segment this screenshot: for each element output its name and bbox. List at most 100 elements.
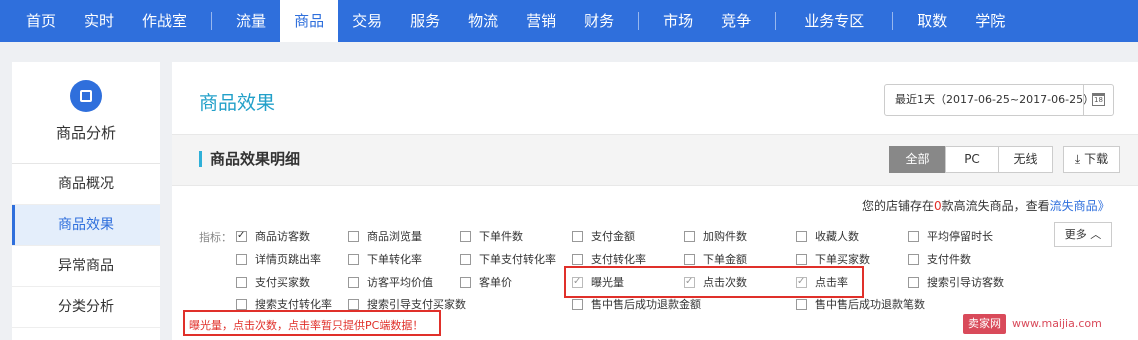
lost-goods-link[interactable]: 流失商品	[1050, 199, 1098, 213]
metric-checkbox[interactable]: 售中售后成功退款金额	[572, 298, 701, 312]
metric-checkbox[interactable]: 访客平均价值	[348, 276, 433, 290]
tab-all[interactable]: 全部	[889, 146, 946, 173]
nav-divider	[892, 12, 894, 30]
pc-only-warning: 曝光量，点击次数，点击率暂只提供PC端数据！	[189, 319, 424, 332]
sidebar: 商品分析 商品概况 商品效果 异常商品 分类分析	[12, 62, 160, 340]
metric-label: 下单件数	[479, 230, 523, 243]
notice-prefix: 您的店铺存在	[862, 199, 935, 213]
metric-checkbox[interactable]: 支付金额	[572, 230, 635, 244]
checkbox-icon	[572, 254, 583, 265]
nav-item-service[interactable]: 服务	[396, 0, 454, 42]
checkbox-icon	[348, 254, 359, 265]
metric-label: 下单买家数	[815, 253, 870, 266]
nav-divider	[211, 12, 213, 30]
checkbox-icon	[348, 231, 359, 242]
nav-item-finance[interactable]: 财务	[570, 0, 628, 42]
sidebar-item-goods-overview[interactable]: 商品概况	[12, 164, 160, 205]
metric-label: 支付件数	[927, 253, 971, 266]
nav-item-competition[interactable]: 竞争	[707, 0, 765, 42]
nav-item-trade[interactable]: 交易	[338, 0, 396, 42]
metric-checkbox[interactable]: 下单转化率	[348, 253, 422, 267]
checkbox-checked-icon	[236, 229, 247, 243]
metric-label: 客单价	[479, 276, 512, 289]
download-label: 下载	[1084, 152, 1109, 166]
nav-item-goods[interactable]: 商品	[280, 0, 339, 42]
nav-divider	[638, 12, 640, 30]
metric-checkbox[interactable]: 收藏人数	[796, 230, 859, 244]
notice-count: 0	[934, 199, 942, 213]
checkbox-icon	[460, 231, 471, 242]
metric-checkbox[interactable]: 支付买家数	[236, 276, 310, 290]
metric-checkbox[interactable]: 下单金额	[684, 253, 747, 267]
checkbox-icon	[236, 254, 247, 265]
metric-checkbox[interactable]: 详情页跳出率	[236, 253, 321, 267]
nav-item-war-room[interactable]: 作战室	[128, 0, 201, 42]
metric-label: 商品访客数	[255, 230, 310, 243]
metric-checkbox[interactable]: 下单买家数	[796, 253, 870, 267]
checkbox-icon	[236, 299, 247, 310]
nav-item-logistics[interactable]: 物流	[454, 0, 512, 42]
main-panel: 商品效果 最近1天（2017-06-25~2017-06-25） 18 商品效果…	[172, 62, 1138, 340]
nav-item-realtime[interactable]: 实时	[70, 0, 128, 42]
date-range-text: 最近1天（2017-06-25~2017-06-25）	[895, 93, 1095, 106]
metric-label: 下单转化率	[367, 253, 422, 266]
checkbox-icon	[460, 277, 471, 288]
metric-label: 收藏人数	[815, 230, 859, 243]
nav-item-market[interactable]: 市场	[649, 0, 707, 42]
metric-label: 售中售后成功退款金额	[591, 298, 701, 311]
metric-label: 支付买家数	[255, 276, 310, 289]
nav-item-academy[interactable]: 学院	[961, 0, 1019, 42]
metric-checkbox[interactable]: 平均停留时长	[908, 230, 993, 244]
metric-checkbox[interactable]: 支付件数	[908, 253, 971, 267]
metric-label: 详情页跳出率	[255, 253, 321, 266]
more-metrics-button[interactable]: 更多 ︿	[1054, 222, 1112, 247]
nav-item-home[interactable]: 首页	[0, 0, 70, 42]
metric-label: 支付转化率	[591, 253, 646, 266]
checkbox-icon	[908, 254, 919, 265]
metric-checkbox[interactable]: 加购件数	[684, 230, 747, 244]
metric-checkbox[interactable]: 支付转化率	[572, 253, 646, 267]
checkbox-icon	[796, 231, 807, 242]
checkbox-icon	[684, 254, 695, 265]
metric-label: 下单金额	[703, 253, 747, 266]
notice-middle: 款高流失商品，查看	[941, 199, 1050, 213]
tab-wireless[interactable]: 无线	[998, 146, 1053, 173]
watermark: 卖家网 www.maijia.com	[963, 314, 1102, 336]
metric-checkbox[interactable]: 搜索引导访客数	[908, 276, 1004, 290]
metric-label: 平均停留时长	[927, 230, 993, 243]
checkbox-icon	[908, 231, 919, 242]
nav-divider	[775, 12, 777, 30]
metric-checkbox[interactable]: 下单件数	[460, 230, 523, 244]
sidebar-item-abnormal-goods[interactable]: 异常商品	[12, 246, 160, 287]
checkbox-icon	[236, 277, 247, 288]
metric-label: 下单支付转化率	[479, 253, 556, 266]
metric-checkbox[interactable]: 下单支付转化率	[460, 253, 556, 267]
sidebar-item-goods-effect[interactable]: 商品效果	[12, 205, 160, 246]
date-range-picker[interactable]: 最近1天（2017-06-25~2017-06-25） 18	[884, 84, 1114, 116]
section-header: 商品效果明细 全部 PC 无线 ⤓ 下载	[172, 134, 1138, 186]
tab-pc[interactable]: PC	[945, 146, 999, 173]
metric-label: 商品浏览量	[367, 230, 422, 243]
calendar-icon[interactable]: 18	[1083, 85, 1113, 115]
sidebar-title: 商品分析	[55, 124, 116, 142]
metric-label: 搜索引导访客数	[927, 276, 1004, 289]
nav-item-data-fetch[interactable]: 取数	[903, 0, 961, 42]
sidebar-item-category-analysis[interactable]: 分类分析	[12, 287, 160, 328]
nav-item-traffic[interactable]: 流量	[222, 0, 280, 42]
download-icon: ⤓	[1074, 152, 1081, 166]
checkbox-icon	[460, 254, 471, 265]
metrics-label: 指标：	[199, 231, 232, 244]
metric-checkbox[interactable]: 商品浏览量	[348, 230, 422, 244]
more-label: 更多	[1064, 228, 1087, 241]
page-title: 商品效果	[199, 92, 276, 114]
metric-label: 支付金额	[591, 230, 635, 243]
sidebar-header: 商品分析	[12, 62, 160, 164]
metric-checkbox[interactable]: 售中售后成功退款笔数	[796, 298, 925, 312]
nav-item-business-zone[interactable]: 业务专区	[786, 0, 882, 42]
download-button[interactable]: ⤓ 下载	[1063, 146, 1120, 173]
checkbox-icon	[796, 254, 807, 265]
section-title: 商品效果明细	[199, 151, 300, 167]
metric-checkbox[interactable]: 商品访客数	[236, 229, 310, 244]
nav-item-marketing[interactable]: 营销	[512, 0, 570, 42]
metric-checkbox[interactable]: 客单价	[460, 276, 512, 290]
